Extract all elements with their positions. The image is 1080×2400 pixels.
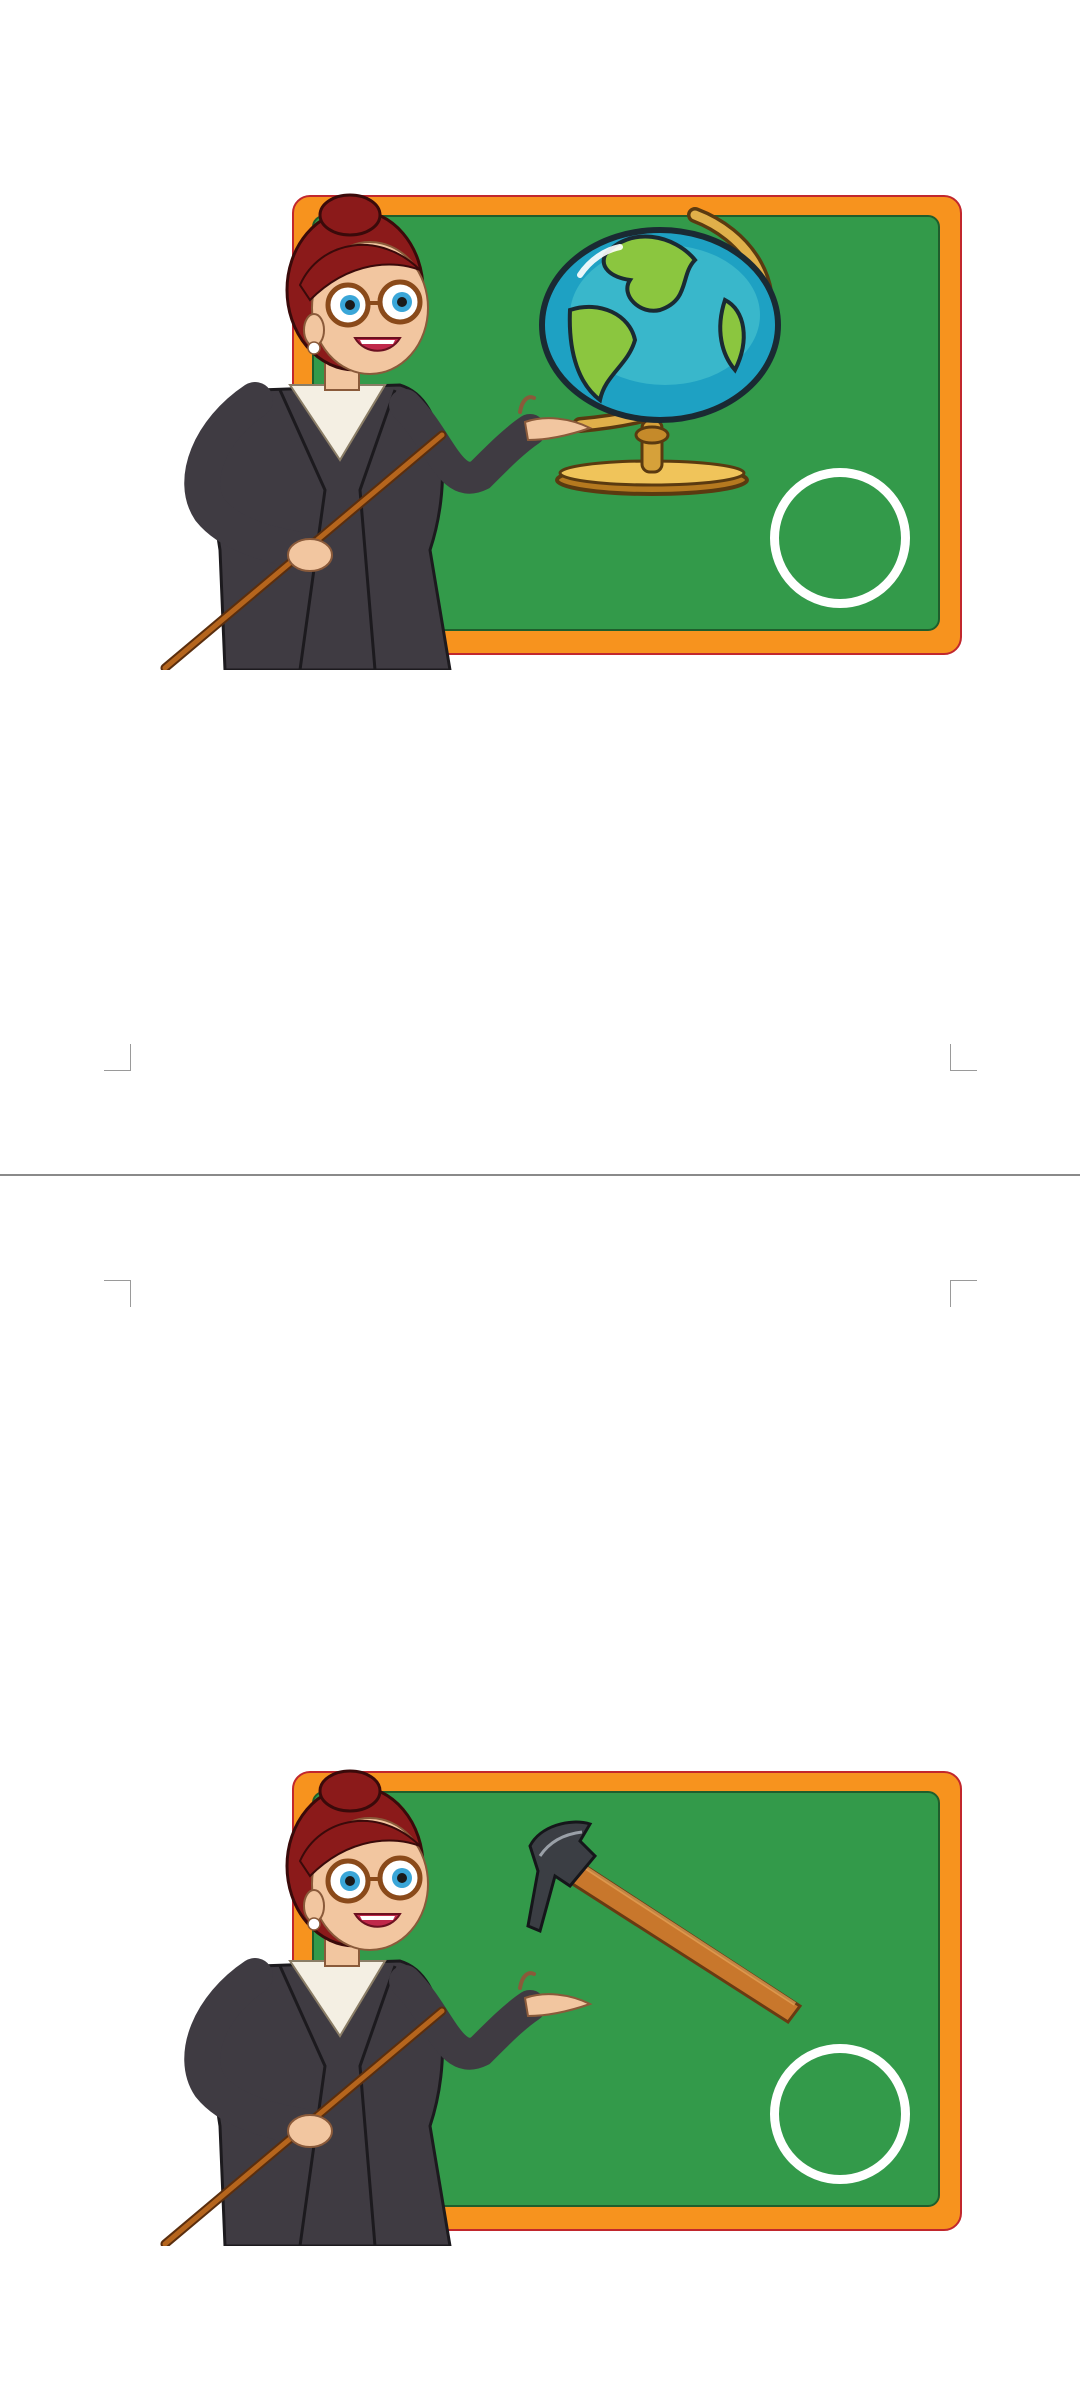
- crop-mark-top-right: [950, 1044, 977, 1071]
- page-2: [0, 1176, 1080, 2400]
- crop-mark-top-left: [104, 1044, 131, 1071]
- teacher-illustration: [160, 193, 593, 670]
- flashcard-hammer: [150, 1726, 970, 2246]
- crop-mark-bottom-left: [104, 1280, 131, 1307]
- page-1: [0, 0, 1080, 1174]
- crop-mark-bottom-right: [950, 1280, 977, 1307]
- answer-circle[interactable]: [770, 468, 910, 608]
- teacher-illustration: [160, 1769, 593, 2246]
- flashcard-globe: [150, 150, 970, 670]
- answer-circle[interactable]: [770, 2044, 910, 2184]
